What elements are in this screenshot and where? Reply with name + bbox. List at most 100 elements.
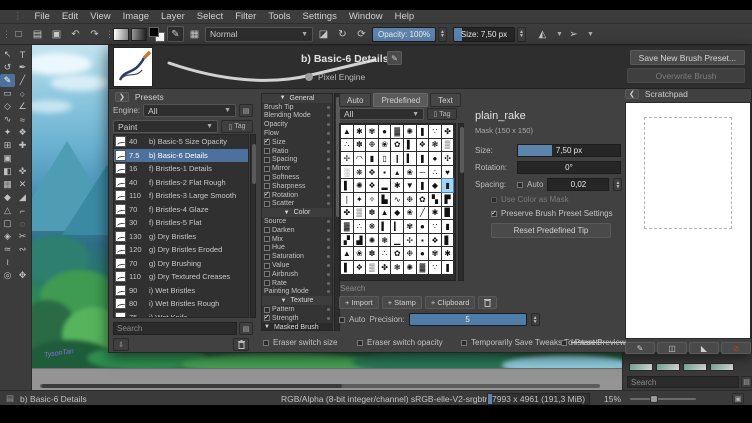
gradient-swatch-light[interactable] [113,28,129,41]
opacity-slider[interactable]: Opacity: 100% [372,27,436,42]
brush-presets-button[interactable]: ▦ [186,26,203,42]
brush-tip-cell[interactable]: ❃ [429,139,441,152]
brush-tip-cell[interactable]: ❖ [366,179,378,192]
brush-tip-cell[interactable]: ✢ [404,234,416,247]
brush-tip-cell[interactable]: ▌ [404,139,416,152]
detail-spacing-spinbox[interactable]: 0,02 [547,178,609,191]
calligraphy-tool-icon[interactable]: ✒ [15,61,30,74]
mirror-button[interactable]: ◭ [534,26,551,42]
preset-list-item[interactable]: 130g) Dry Bristles [114,230,248,244]
tip-tag-filter-dropdown[interactable]: All▼ [339,108,424,120]
stamp-tip-button[interactable]: + Stamp [382,296,422,309]
brush-tip-cell[interactable]: ✱ [354,125,366,138]
brush-tip-cell[interactable]: ▯ [379,152,391,165]
brush-tip-cell[interactable]: ▮ [366,152,378,165]
move-tool-icon[interactable]: ✚ [15,139,30,152]
assistants-tool-icon[interactable]: △ [0,204,15,217]
precision-auto-checkbox[interactable] [339,317,345,323]
brush-tip-cell[interactable]: ● [417,247,429,260]
fill-tool-icon[interactable]: ◆ [0,191,15,204]
menu-image[interactable]: Image [118,11,154,22]
brush-tip-cell[interactable]: ✥ [366,166,378,179]
reload-preset-button[interactable]: ↻ [334,26,351,42]
brush-tip-cell[interactable]: ▞ [341,234,353,247]
docker-search-input[interactable]: Search [627,376,739,388]
mirror-dropdown-caret[interactable]: ▼ [556,31,563,38]
freehand-path-tool-icon[interactable]: ≈ [15,113,30,126]
tip-tag-button[interactable]: ▯ Tag [427,108,457,120]
brush-option-source[interactable]: Source [262,217,332,226]
brush-tip-cell[interactable]: ∴ [341,139,353,152]
brush-option-spacing[interactable]: Spacing [262,156,332,165]
clipboard-tip-button[interactable]: + Clipboard [425,296,476,309]
brush-tip-cell[interactable]: ✣ [442,152,454,165]
brush-tip-cell[interactable]: ▁ [391,234,403,247]
rectangle-tool-icon[interactable]: ▭ [0,87,15,100]
polygon-select-tool-icon[interactable]: ◈ [0,230,15,243]
menu-settings[interactable]: Settings [298,11,342,22]
tip-tab-text[interactable]: Text [430,93,461,107]
brush-tip-cell[interactable]: ✾ [429,247,441,260]
edit-shapes-tool-icon[interactable]: ↺ [0,61,15,74]
brush-tip-cell[interactable]: ❀ [379,139,391,152]
brush-option-color[interactable]: ▼Color [262,208,332,217]
brush-tip-cell[interactable]: ● [429,152,441,165]
brush-option-ratio[interactable]: Ratio [262,147,332,156]
brush-option-sharpness[interactable]: Sharpness [262,182,332,191]
preset-list-item[interactable]: 30f) Bristles-5 Flat [114,216,248,230]
blending-mode-dropdown[interactable]: Normal▼ [205,27,313,42]
brush-tip-cell[interactable]: ❚ [442,261,454,274]
brush-option-flow[interactable]: Flow [262,129,332,138]
preset-list-item[interactable]: 40f) Bristles-2 Flat Rough [114,176,248,190]
brush-tip-cell[interactable]: ❃ [391,261,403,274]
wrap-around-button[interactable]: ➢ [565,26,582,42]
brush-tip-cell[interactable]: ❖ [429,234,441,247]
brush-tip-cell[interactable]: ╱ [417,207,429,220]
preset-list-item[interactable]: 110g) Dry Textured Creases [114,270,248,284]
brush-option-value[interactable]: Value [262,261,332,270]
ellipse-tool-icon[interactable]: ○ [15,87,30,100]
brush-tip-cell[interactable]: ✧ [366,193,378,206]
preset-list-item[interactable]: 80i) Wet Bristles Rough [114,297,248,311]
brush-tip-cell[interactable]: ✢ [341,152,353,165]
brush-option-darken[interactable]: Darken [262,226,332,235]
brush-tip-cell[interactable]: ▚ [429,193,441,206]
brush-tip-cell[interactable]: ▓ [341,220,353,233]
menu-window[interactable]: Window [344,11,388,22]
eraser-mode-button[interactable]: ◪ [315,26,332,42]
docker-thumbnail[interactable] [710,363,734,371]
menu-view[interactable]: View [85,11,115,22]
scratchpad-paint-button[interactable]: ✎ [625,342,655,354]
multibrush-tool-icon[interactable]: ❖ [15,126,30,139]
save-document-button[interactable]: ▣ [48,26,65,42]
preset-list-item[interactable]: 16f) Bristles-1 Details [114,162,248,176]
import-resource-button[interactable]: ⇩ [113,338,129,351]
brush-option-general[interactable]: ▼General [262,94,332,103]
menu-file[interactable]: File [30,11,55,22]
brush-editor-button[interactable]: ✎ [167,26,184,42]
ellipse-select-tool-icon[interactable]: ◌ [15,217,30,230]
reset-predefined-tip-button[interactable]: Reset Predefined Tip [491,223,611,238]
brush-tip-cell[interactable]: ▲ [341,247,353,260]
bezier-select-tool-icon[interactable]: ∾ [15,243,30,256]
enclose-fill-tool-icon[interactable]: ◢ [15,191,30,204]
instant-preview-checkbox[interactable]: Instant Preview [561,338,626,347]
smart-patch-tool-icon[interactable]: ✕ [15,178,30,191]
preset-tag-button[interactable]: ▯ Tag [221,120,253,133]
brush-tip-cell[interactable]: ❃ [379,234,391,247]
brush-tip-cell[interactable]: ❋ [366,220,378,233]
brush-tip-cell[interactable]: ▒ [366,261,378,274]
brush-tip-cell[interactable]: ❚ [417,125,429,138]
brush-tip-cell[interactable]: ▎ [391,220,403,233]
brush-tip-cell[interactable]: ✿ [391,139,403,152]
measure-tool-icon[interactable]: ⌐ [15,204,30,217]
brush-tip-cell[interactable]: ❙ [391,152,403,165]
canvas-only-mode-button[interactable]: ▣ [732,393,744,404]
brush-tip-cell[interactable]: ✽ [366,207,378,220]
polyline-tool-icon[interactable]: ∠ [15,100,30,113]
brush-tip-cell[interactable]: ✺ [366,234,378,247]
brush-tip-cell[interactable]: ◆ [391,207,403,220]
shape-select-tool-icon[interactable]: ↖ [0,48,15,61]
brush-tip-cell[interactable]: ● [379,125,391,138]
brush-tip-cell[interactable]: ▼ [404,179,416,192]
